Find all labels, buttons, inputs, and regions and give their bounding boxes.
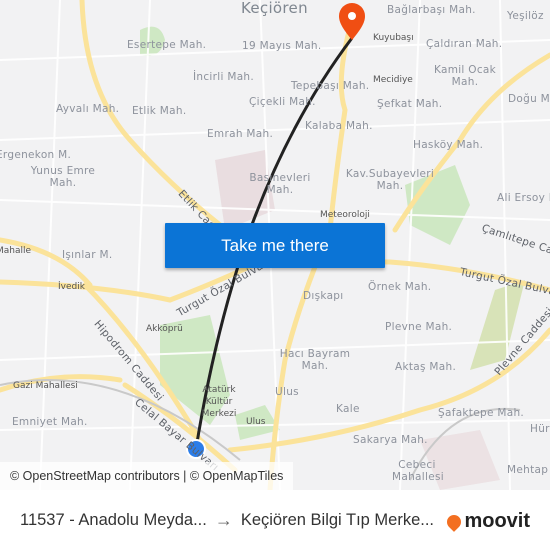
map-label: Emrah Mah. [207,128,274,140]
arrow-right-icon: → [214,509,233,530]
map-label: Şefkat Mah. [377,98,443,110]
map-label: Atatürk Kültür Merkezi [201,385,237,419]
map-label: Aktaş Mah. [395,361,457,373]
map-label: Etlik Mah. [132,105,187,117]
map-label: Kale [336,403,360,415]
map-label: Tepebaşı Mah. [291,80,370,92]
map-label: Basınevleri Mah. [249,172,311,196]
map-label: Örnek Mah. [368,281,432,293]
map-label: Gazi Mahallesi [13,381,78,391]
map-label: Hacı Bayram Mah. [279,348,351,372]
moovit-logo: moovit [444,510,530,533]
map-label: Mahalle [0,246,32,256]
map-label: Plevne Mah. [385,321,453,333]
map-label: Doğu Mah. [508,93,550,105]
map-label: Dışkapı [303,290,344,302]
map-label: Ayvalı Mah. [56,103,120,115]
map-label: Esertepe Mah. [127,39,207,51]
map-label: Mecidiye [373,75,413,85]
map-label: Mehtap [507,464,549,476]
map-label: Kamil Ocak Mah. [433,64,497,88]
map-label: Keçiören [241,0,308,17]
map-label: Ali Ersoy M. [497,192,550,204]
map-label: Yunus Emre Mah. [30,165,96,189]
map-label: Hasköy Mah. [413,139,484,151]
map-label: Kuyubaşı [373,33,414,43]
map-label: Hür [530,423,550,435]
map-label: Cebeci Mahallesi [392,459,444,483]
take-me-there-button[interactable]: Take me there [165,223,385,268]
map-label: Çaldıran Mah. [426,38,503,50]
destination-name: Keçiören Bilgi Tıp Merke... [240,510,435,529]
origin-stop-name: 11537 - Anadolu Meyda... [20,510,207,529]
map-label: Işınlar M. [62,249,113,261]
map-label: İncirli Mah. [193,71,255,83]
map-label: Kav.Subayevleri Mah. [345,168,435,192]
destination-pin-icon[interactable] [339,3,365,40]
map-label: Çiçekli Mah. [249,96,316,108]
map-attribution[interactable]: © OpenStreetMap contributors | © OpenMap… [0,462,294,490]
map-label: Sakarya Mah. [353,434,428,446]
moovit-pin-icon [444,511,465,532]
map-label: Kalaba Mah. [305,120,373,132]
map-label: İvedik [58,282,85,292]
map-label: Yeşilöz [507,10,544,22]
map-label: Şafaktepe Mah. [438,407,525,419]
map-label: Bağlarbaşı Mah. [387,4,476,16]
map-label: Meteoroloji [320,210,370,220]
brand-name: moovit [464,510,530,532]
map[interactable]: Keçiören Bağlarbaşı Mah. Yeşilöz Esertep… [0,0,550,490]
map-label: Ulus [275,386,299,398]
map-label: Ulus [246,417,266,427]
map-label: Ergenekon M. [0,149,72,161]
map-label: 19 Mayıs Mah. [242,40,322,52]
map-label: Emniyet Mah. [12,416,88,428]
map-label: Akköprü [146,324,183,334]
